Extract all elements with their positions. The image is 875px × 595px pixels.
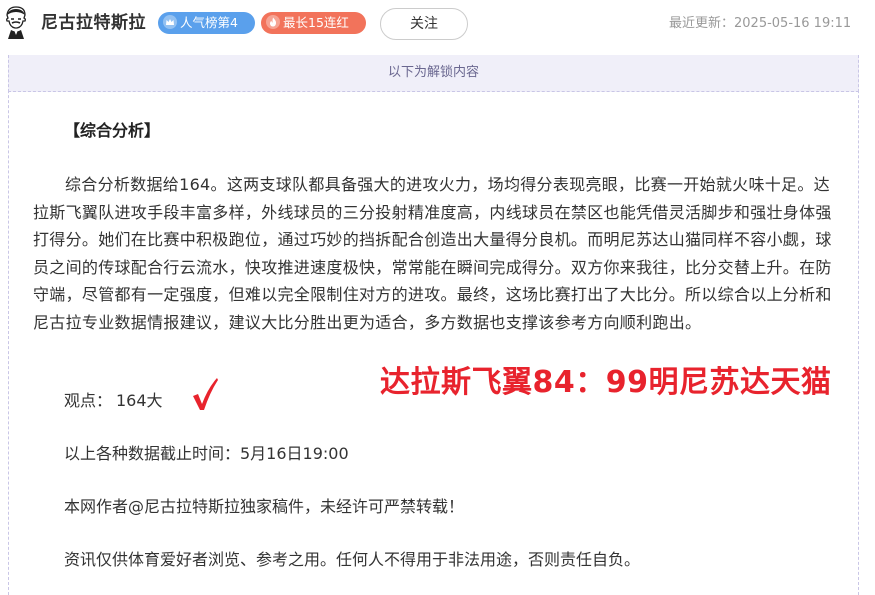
disclaimer-notice: 资讯仅供体育爱好者浏览、参考之用。任何人不得用于非法用途，否则责任自负。: [64, 550, 641, 569]
avatar[interactable]: [3, 5, 29, 39]
copyright-notice: 本网作者@尼古拉特斯拉独家稿件，未经许可严禁转载！: [64, 497, 465, 516]
popularity-rank-text: 人气榜第4: [180, 15, 238, 30]
analysis-paragraph: 综合分析数据给164。这两支球队都具备强大的进攻火力，场均得分表现亮眼，比赛一开…: [33, 175, 832, 332]
follow-button[interactable]: 关注: [380, 8, 468, 40]
article-header: 尼古拉特斯拉 人气榜第4 最长15连红 关注 最近更新：2025-05-16 1…: [0, 0, 875, 46]
popularity-rank-badge: 人气榜第4: [158, 12, 255, 34]
author-name[interactable]: 尼古拉特斯拉: [41, 12, 146, 34]
data-cutoff-time: 以上各种数据截止时间：5月16日19:00: [64, 444, 349, 463]
viewpoint-label: 观点：: [64, 391, 113, 410]
match-result-overlay: 达拉斯飞翼84：99明尼苏达天猫: [380, 365, 832, 400]
red-checkmark-icon: [193, 378, 218, 410]
viewpoint-value: 164大: [116, 391, 163, 410]
unlock-notice: 以下为解锁内容: [8, 55, 859, 92]
win-streak-badge: 最长15连红: [261, 12, 366, 34]
section-title: 【综合分析】: [64, 121, 161, 140]
win-streak-text: 最长15连红: [283, 15, 349, 30]
last-updated-time: 最近更新：2025-05-16 19:11: [669, 16, 852, 31]
flame-icon: [266, 15, 280, 29]
crown-icon: [163, 15, 177, 29]
